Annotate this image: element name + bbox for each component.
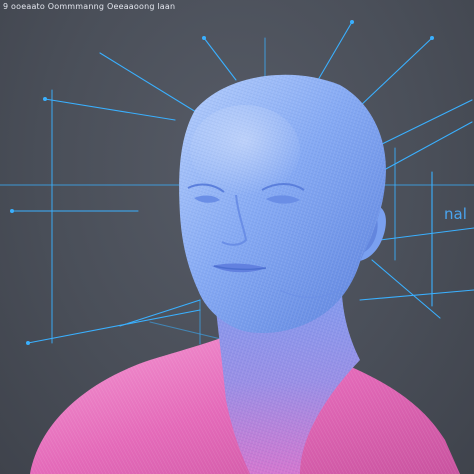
canvas: 9 ooeaato Oommmanng Oeeaaoong laan nal [0, 0, 474, 474]
side-label: nal [444, 205, 467, 223]
image-caption: 9 ooeaato Oommmanng Oeeaaoong laan [3, 2, 176, 11]
wireframe-head-illustration [0, 20, 474, 474]
head [179, 74, 386, 334]
